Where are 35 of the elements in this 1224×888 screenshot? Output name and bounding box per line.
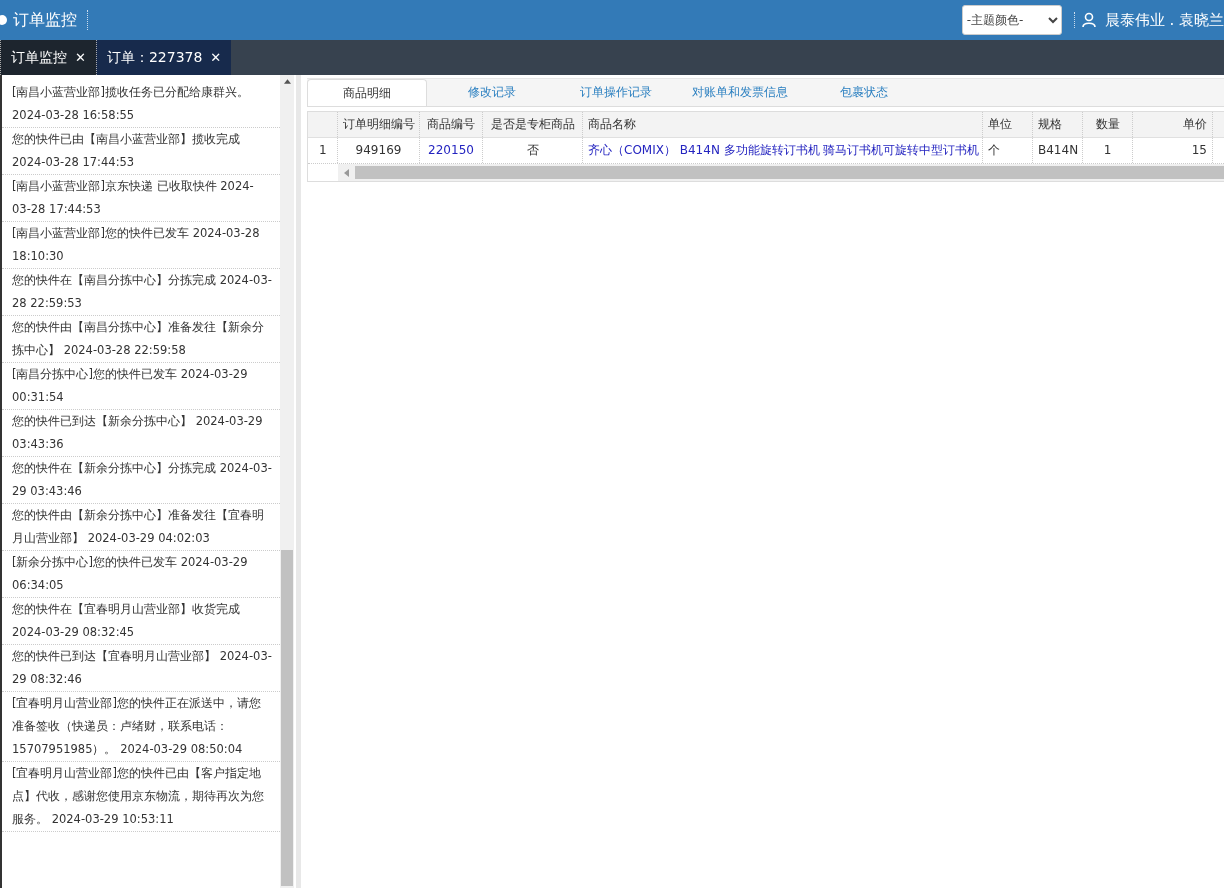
close-icon[interactable]: ✕: [210, 50, 222, 65]
column-header: 单价: [1133, 112, 1213, 137]
detail-tab[interactable]: 包裹状态: [805, 79, 923, 106]
table-cell: 1: [1083, 138, 1133, 163]
column-header: 商品名称: [583, 112, 983, 137]
page-tab[interactable]: 订单监控 ✕: [0, 40, 96, 75]
page-title: 订单监控: [13, 10, 88, 30]
table-cell: 949169: [338, 138, 420, 163]
user-icon: [1073, 12, 1097, 28]
row-number: 1: [308, 138, 338, 163]
table-cell: B414N: [1033, 138, 1083, 163]
logo-icon: [0, 15, 7, 25]
column-header: 商品编号: [420, 112, 483, 137]
scroll-left-icon[interactable]: [344, 168, 349, 177]
table-cell: 个: [983, 138, 1033, 163]
table-cell[interactable]: 齐心（COMIX） B414N 多功能旋转订书机 骑马订书机可旋转中型订书机: [583, 138, 983, 163]
scrollbar[interactable]: [280, 75, 294, 888]
detail-tab[interactable]: 对账单和发票信息: [681, 79, 799, 106]
user-name[interactable]: 晨泰伟业 . 袁晓兰: [1104, 10, 1224, 30]
column-header: 是否是专柜商品: [483, 112, 583, 137]
table-cell: 否: [483, 138, 583, 163]
page-tab[interactable]: 订单：227378 ✕: [95, 40, 232, 75]
scrollbar[interactable]: [338, 164, 1224, 181]
table-cell[interactable]: 220150: [420, 138, 483, 163]
scroll-up-icon[interactable]: [283, 79, 291, 84]
detail-tab[interactable]: 订单操作记录: [557, 79, 675, 106]
table-cell: 15: [1133, 138, 1213, 163]
close-icon[interactable]: ✕: [75, 50, 86, 65]
detail-tab[interactable]: 修改记录: [433, 79, 551, 106]
column-header: 订单明细编号: [338, 112, 420, 137]
detail-tab[interactable]: 商品明细: [307, 79, 427, 106]
theme-select[interactable]: -主题颜色-: [961, 5, 1062, 35]
column-header: 数量: [1083, 112, 1133, 137]
column-header: 单位: [983, 112, 1033, 137]
column-header: 规格: [1033, 112, 1083, 137]
